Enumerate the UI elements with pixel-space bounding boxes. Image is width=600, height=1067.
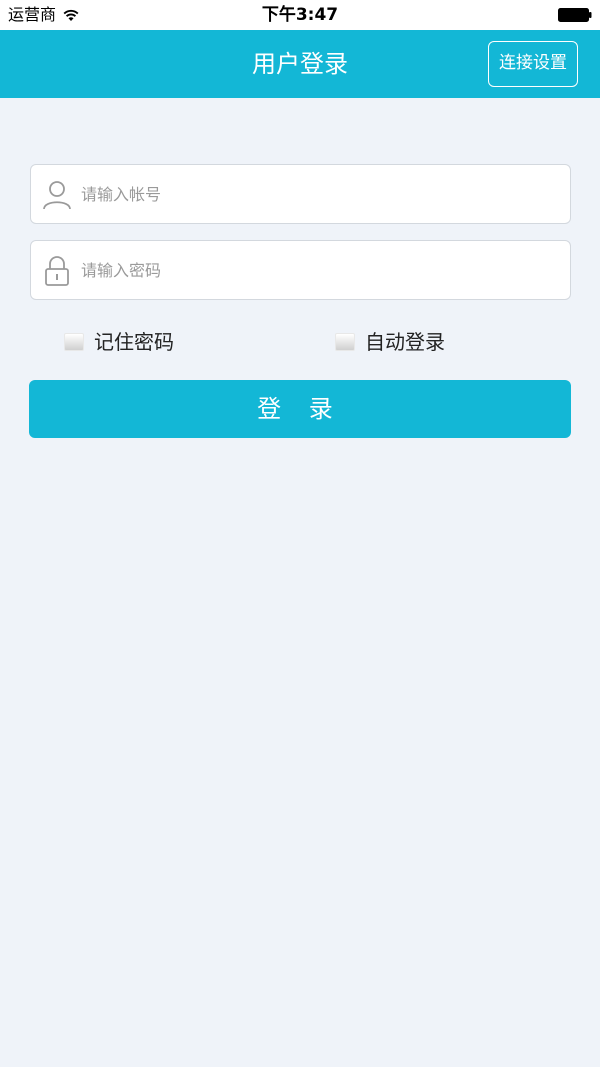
battery-icon	[558, 8, 592, 22]
user-icon	[43, 181, 71, 210]
status-time: 下午3:47	[261, 5, 339, 25]
lock-icon	[45, 256, 69, 286]
account-input[interactable]	[81, 173, 551, 215]
password-field[interactable]	[30, 240, 571, 300]
remember-password-checkbox[interactable]	[64, 333, 84, 351]
account-field[interactable]	[30, 164, 571, 224]
password-input[interactable]	[81, 249, 551, 291]
remember-password-label: 记住密码	[94, 330, 174, 354]
auto-login-checkbox[interactable]	[335, 333, 355, 351]
status-bar: 运营商 下午3:47	[0, 0, 600, 30]
remember-password-option[interactable]: 记住密码	[64, 328, 174, 356]
login-button[interactable]: 登 录	[29, 380, 571, 438]
auto-login-label: 自动登录	[365, 330, 445, 354]
connection-settings-button[interactable]: 连接设置	[488, 41, 578, 87]
nav-bar: 用户登录 连接设置	[0, 30, 600, 98]
auto-login-option[interactable]: 自动登录	[335, 328, 445, 356]
